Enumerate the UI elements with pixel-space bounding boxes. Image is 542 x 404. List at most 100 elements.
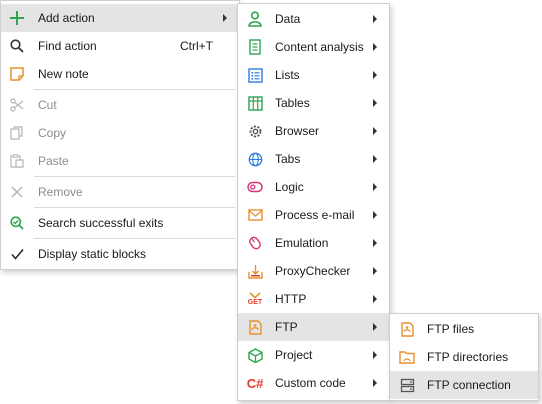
plus-icon	[8, 9, 26, 27]
submenu-item-browser[interactable]: Browser	[238, 117, 389, 145]
table-icon	[246, 94, 264, 112]
server-icon	[398, 376, 416, 394]
folder-icon	[398, 348, 416, 366]
list-icon	[246, 66, 264, 84]
ftp-files-icon	[398, 320, 416, 338]
menu-separator	[34, 238, 235, 239]
checkmark-icon	[8, 245, 26, 263]
submenu-arrow-icon	[223, 14, 227, 22]
submenu-item-label: Logic	[275, 180, 304, 194]
paste-label: Paste	[38, 154, 69, 168]
csharp-icon-text: C#	[246, 375, 264, 391]
submenu-item-label: Process e-mail	[275, 208, 355, 222]
ftp-submenu-item-directories[interactable]: FTP directories	[390, 343, 538, 371]
copy-item[interactable]: Copy	[1, 119, 239, 147]
close-icon	[8, 183, 26, 201]
submenu-arrow-icon	[373, 127, 377, 135]
submenu-item-proxychecker[interactable]: ProxyChecker	[238, 257, 389, 285]
remove-label: Remove	[38, 185, 83, 199]
submenu-item-logic[interactable]: Logic	[238, 173, 389, 201]
mouse-icon	[246, 234, 264, 252]
submenu-arrow-icon	[373, 351, 377, 359]
submenu-item-data[interactable]: Data	[238, 5, 389, 33]
submenu-item-emulation[interactable]: Emulation	[238, 229, 389, 257]
search-icon	[8, 37, 26, 55]
display-static-blocks-label: Display static blocks	[38, 247, 147, 261]
copy-label: Copy	[38, 126, 67, 140]
ftp-submenu-item-label: FTP files	[427, 322, 475, 336]
submenu-item-http[interactable]: GET HTTP	[238, 285, 389, 313]
submenu-item-tables[interactable]: Tables	[238, 89, 389, 117]
menu-separator	[34, 176, 235, 177]
display-static-blocks-item[interactable]: Display static blocks	[1, 240, 239, 268]
find-action-shortcut: Ctrl+T	[180, 39, 213, 53]
get-icon-text: GET	[247, 298, 263, 306]
submenu-arrow-icon	[373, 211, 377, 219]
get-icon: GET	[246, 290, 264, 308]
submenu-item-content-analysis[interactable]: Content analysis	[238, 33, 389, 61]
ftp-submenu: FTP files FTP directories FTP connection	[389, 313, 539, 401]
ftp-submenu-item-connection[interactable]: FTP connection	[390, 371, 538, 399]
csharp-icon: C#	[246, 374, 264, 392]
new-note-label: New note	[38, 67, 89, 81]
submenu-item-label: ProxyChecker	[275, 264, 351, 278]
cut-label: Cut	[38, 98, 57, 112]
submenu-arrow-icon	[373, 155, 377, 163]
ftp-submenu-item-label: FTP directories	[427, 350, 509, 364]
search-successful-exits-label: Search successful exits	[38, 216, 164, 230]
submenu-arrow-icon	[373, 239, 377, 247]
menu-separator	[34, 207, 235, 208]
add-action-item[interactable]: Add action	[1, 4, 239, 32]
find-action-item[interactable]: Find action Ctrl+T	[1, 32, 239, 60]
submenu-arrow-icon	[373, 379, 377, 387]
submenu-item-label: Data	[275, 12, 301, 26]
add-action-label: Add action	[38, 11, 95, 25]
submenu-item-process-email[interactable]: Process e-mail	[238, 201, 389, 229]
download-icon	[246, 262, 264, 280]
remove-item[interactable]: Remove	[1, 178, 239, 206]
submenu-arrow-icon	[373, 183, 377, 191]
menu-separator	[34, 89, 235, 90]
submenu-item-label: FTP	[275, 320, 298, 334]
submenu-item-label: Emulation	[275, 236, 329, 250]
ftp-submenu-item-files[interactable]: FTP files	[390, 315, 538, 343]
submenu-arrow-icon	[373, 15, 377, 23]
copy-icon	[8, 124, 26, 142]
submenu-item-lists[interactable]: Lists	[238, 61, 389, 89]
scissors-icon	[8, 96, 26, 114]
submenu-item-label: Lists	[275, 68, 300, 82]
submenu-item-tabs[interactable]: Tabs	[238, 145, 389, 173]
ftp-submenu-item-label: FTP connection	[427, 378, 511, 392]
toggle-icon	[246, 178, 264, 196]
cube-icon	[246, 346, 264, 364]
submenu-arrow-icon	[373, 71, 377, 79]
submenu-item-label: Content analysis	[275, 40, 364, 54]
document-icon	[246, 38, 264, 56]
gear-icon	[246, 122, 264, 140]
submenu-arrow-icon	[373, 267, 377, 275]
submenu-item-ftp[interactable]: FTP	[238, 313, 389, 341]
new-note-item[interactable]: New note	[1, 60, 239, 88]
submenu-arrow-icon	[373, 43, 377, 51]
submenu-arrow-icon	[373, 99, 377, 107]
paste-item[interactable]: Paste	[1, 147, 239, 175]
submenu-item-label: Custom code	[275, 376, 346, 390]
submenu-item-label: Project	[275, 348, 313, 362]
search-successful-exits-item[interactable]: Search successful exits	[1, 209, 239, 237]
submenu-arrow-icon	[373, 323, 377, 331]
ftp-icon	[246, 318, 264, 336]
search-check-icon	[8, 214, 26, 232]
person-icon	[246, 10, 264, 28]
envelope-icon	[246, 206, 264, 224]
paste-icon	[8, 152, 26, 170]
submenu-item-custom-code[interactable]: C# Custom code	[238, 369, 389, 397]
submenu-item-label: Tables	[275, 96, 310, 110]
submenu-arrow-icon	[373, 295, 377, 303]
submenu-item-label: Tabs	[275, 152, 301, 166]
find-action-label: Find action	[38, 39, 97, 53]
context-menu: Add action Find action Ctrl+T New note C…	[0, 0, 240, 270]
submenu-item-label: Browser	[275, 124, 320, 138]
submenu-item-project[interactable]: Project	[238, 341, 389, 369]
add-action-submenu: Data Content analysis Lists Tables Brows…	[237, 3, 390, 401]
cut-item[interactable]: Cut	[1, 91, 239, 119]
